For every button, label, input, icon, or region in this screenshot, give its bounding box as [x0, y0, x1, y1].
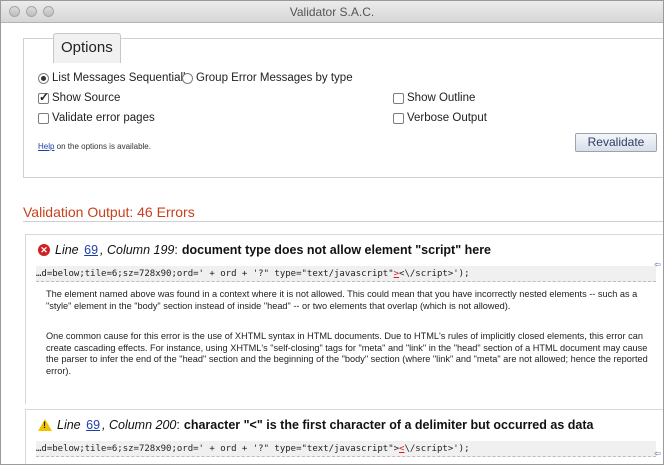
explanation-paragraph-1: The element named above was found in a c…: [46, 289, 638, 311]
options-panel: Options List Messages Sequentially Group…: [23, 33, 663, 178]
list-sequential-label: List Messages Sequentially: [52, 72, 192, 84]
column-text: , Column 199: [100, 243, 175, 257]
validate-error-pages-label: Validate error pages: [52, 112, 155, 124]
revalidate-button[interactable]: Revalidate: [575, 133, 657, 152]
help-text: on the options is available.: [54, 142, 151, 151]
explanation-paragraph-2: One common cause for this error is the u…: [46, 331, 648, 376]
scroll-marker-icon: ⇦: [654, 260, 661, 269]
help-note: Help on the options is available.: [38, 142, 151, 151]
code-before: …d=below;tile=6;sz=728x90;ord=' + ord + …: [36, 444, 400, 454]
validator-window: Validator S.A.C. Options List Messages S…: [0, 0, 664, 465]
line-link[interactable]: 69: [86, 418, 100, 432]
verbose-output-option[interactable]: Verbose Output: [393, 111, 487, 125]
message-error-1: ✕ Line 69 , Column 199: document type do…: [25, 234, 663, 404]
message-header: ✕ Line 69 , Column 199: document type do…: [38, 243, 491, 257]
validate-error-pages-option[interactable]: Validate error pages: [38, 111, 155, 125]
source-excerpt: …d=below;tile=6;sz=728x90;ord=' + ord + …: [36, 441, 656, 457]
validation-output-heading: Validation Output: 46 Errors: [23, 204, 195, 220]
group-by-type-option[interactable]: Group Error Messages by type: [182, 71, 353, 85]
warning-icon: [38, 419, 52, 431]
code-before: …d=below;tile=6;sz=728x90;ord=' + ord + …: [36, 269, 394, 279]
heading-divider: [23, 221, 663, 222]
message-title: document type does not allow element "sc…: [181, 243, 492, 257]
list-sequential-option[interactable]: List Messages Sequentially: [38, 71, 191, 85]
show-source-checkbox[interactable]: [38, 90, 49, 104]
list-sequential-radio[interactable]: [38, 72, 49, 84]
main-content: Options List Messages Sequentially Group…: [1, 24, 663, 464]
title-bar: Validator S.A.C.: [1, 1, 663, 23]
message-header: Line 69 , Column 200: character "<" is t…: [38, 418, 593, 432]
validate-error-pages-checkbox[interactable]: [38, 112, 49, 124]
help-link[interactable]: Help: [38, 142, 54, 151]
options-tab: Options: [53, 33, 121, 63]
window-title: Validator S.A.C.: [289, 5, 375, 19]
verbose-output-checkbox[interactable]: [393, 112, 404, 124]
show-outline-checkbox[interactable]: [393, 92, 404, 104]
code-after: \/script>');: [404, 444, 470, 454]
error-icon: ✕: [38, 244, 50, 256]
group-by-type-radio[interactable]: [182, 72, 193, 84]
code-after: <\/script>');: [399, 269, 470, 279]
show-source-option[interactable]: Show Source: [38, 90, 121, 105]
message-warning-2: Line 69 , Column 200: character "<" is t…: [25, 409, 663, 464]
line-label: Line: [57, 418, 81, 432]
verbose-output-label: Verbose Output: [407, 112, 487, 124]
show-outline-label: Show Outline: [407, 92, 476, 104]
scroll-marker-icon: ⇦: [654, 449, 661, 458]
message-title: character "<" is the first character of …: [183, 418, 594, 432]
line-label: Line: [55, 243, 79, 257]
group-by-type-label: Group Error Messages by type: [196, 72, 353, 84]
show-source-label: Show Source: [52, 92, 121, 104]
source-excerpt: …d=below;tile=6;sz=728x90;ord=' + ord + …: [36, 266, 656, 282]
show-outline-option[interactable]: Show Outline: [393, 91, 475, 105]
column-text: , Column 200: [102, 418, 177, 432]
line-link[interactable]: 69: [84, 243, 98, 257]
